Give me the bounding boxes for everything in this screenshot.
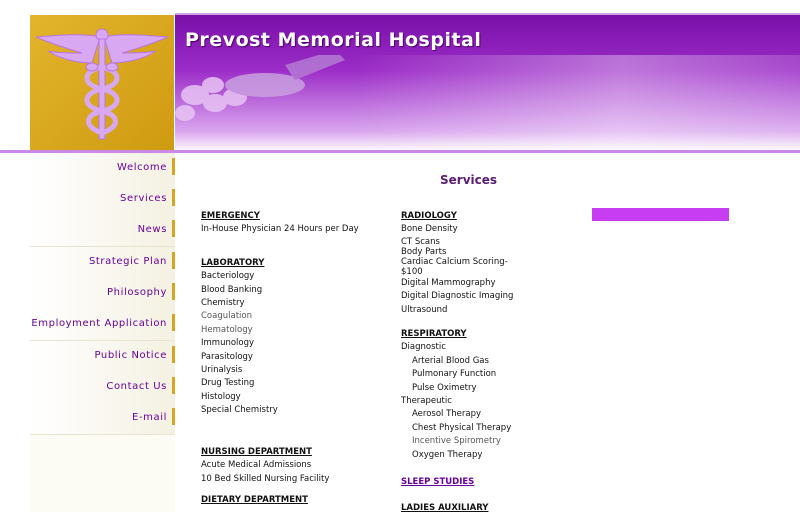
logo <box>30 15 174 152</box>
sidebar-item-public-notice[interactable]: Public Notice <box>30 341 175 373</box>
list-item: Therapeutic <box>401 396 452 407</box>
sidebar-item-welcome[interactable]: Welcome <box>30 153 175 185</box>
section-heading-nursing: NURSING DEPARTMENT <box>201 446 312 457</box>
services-column-2: RADIOLOGY Bone Density CT Scans Body Par… <box>401 210 521 515</box>
sidebar-item-email[interactable]: E-mail <box>30 403 175 435</box>
list-item: Bone Density <box>401 224 458 235</box>
sidebar-item-news[interactable]: News <box>30 215 175 247</box>
list-item: Pulmonary Function <box>412 369 497 380</box>
sidebar-item-label: Employment Application <box>31 318 167 329</box>
list-item: Chest Physical Therapy <box>412 422 512 433</box>
page-title: Services <box>440 173 498 187</box>
list-item: Oxygen Therapy <box>412 449 483 460</box>
list-item: Digital Diagnostic Imaging <box>401 291 514 302</box>
list-item: Incentive Spirometry <box>412 436 501 447</box>
list-item: Blood Banking <box>201 284 263 295</box>
list-item: Arterial Blood Gas <box>412 355 489 366</box>
sidebar-item-label: Public Notice <box>94 350 167 361</box>
list-item: Diagnostic <box>401 342 446 353</box>
services-column-1: EMERGENCY In-House Physician 24 Hours pe… <box>201 210 391 507</box>
list-item: Coagulation <box>201 311 252 322</box>
pills-image <box>175 55 345 121</box>
purple-bar <box>592 208 729 221</box>
list-item: $100 <box>401 266 423 277</box>
list-item: Chemistry <box>201 298 245 309</box>
section-heading-dietary: DIETARY DEPARTMENT <box>201 494 308 505</box>
list-item: Immunology <box>201 338 255 349</box>
section-heading-laboratory: LABORATORY <box>201 257 265 268</box>
list-item: Pulse Oximetry <box>412 382 477 393</box>
list-item: 10 Bed Skilled Nursing Facility <box>201 473 330 484</box>
list-item: Body Parts <box>401 246 447 257</box>
list-item: Histology <box>201 391 241 402</box>
list-item: Aerosol Therapy <box>412 409 482 420</box>
list-item: Special Chemistry <box>201 405 278 416</box>
caduceus-icon <box>35 28 169 140</box>
list-item: CT Scans <box>401 236 440 247</box>
sidebar-item-label: E-mail <box>132 412 167 423</box>
list-item: Cardiac Calcium Scoring- <box>401 256 508 267</box>
list-item: In-House Physician 24 Hours per Day <box>201 224 359 235</box>
site-title: Prevost Memorial Hospital <box>185 29 482 51</box>
sidebar-item-philosophy[interactable]: Philosophy <box>30 278 175 310</box>
list-item: Acute Medical Admissions <box>201 460 312 471</box>
sleep-studies-link[interactable]: SLEEP STUDIES <box>401 476 521 489</box>
main-content: Services EMERGENCY In-House Physician 24… <box>175 153 800 515</box>
sidebar-item-label: Services <box>120 193 167 204</box>
sidebar-item-strategic-plan[interactable]: Strategic Plan <box>30 247 175 279</box>
sidebar-item-label: Strategic Plan <box>88 256 167 267</box>
sidebar-item-services[interactable]: Services <box>30 184 175 216</box>
list-item: Urinalysis <box>201 365 243 376</box>
sidebar-item-contact-us[interactable]: Contact Us <box>30 372 175 404</box>
sidebar-item-label: Contact Us <box>106 381 167 392</box>
sidebar-item-label: Philosophy <box>107 287 167 298</box>
section-heading-emergency: EMERGENCY <box>201 211 260 221</box>
list-item: Ultrasound <box>401 304 448 315</box>
list-item: Bacteriology <box>201 271 255 282</box>
header-banner: Prevost Memorial Hospital <box>175 15 800 152</box>
section-heading-radiology: RADIOLOGY <box>401 211 457 221</box>
sidebar-item-label: Welcome <box>117 162 167 173</box>
list-item: Digital Mammography <box>401 277 496 288</box>
left-margin <box>0 0 30 512</box>
section-heading-respiratory: RESPIRATORY <box>401 329 467 340</box>
list-item: Hematology <box>201 324 253 335</box>
list-item: Drug Testing <box>201 378 255 389</box>
section-heading-ladies-auxiliary: LADIES AUXILIARY <box>401 502 489 513</box>
sidebar-nav: Welcome Services News Strategic Plan Phi… <box>30 153 175 512</box>
sidebar-item-label: News <box>137 224 167 235</box>
list-item: Parasitology <box>201 351 253 362</box>
sidebar-item-employment-application[interactable]: Employment Application <box>30 309 175 341</box>
